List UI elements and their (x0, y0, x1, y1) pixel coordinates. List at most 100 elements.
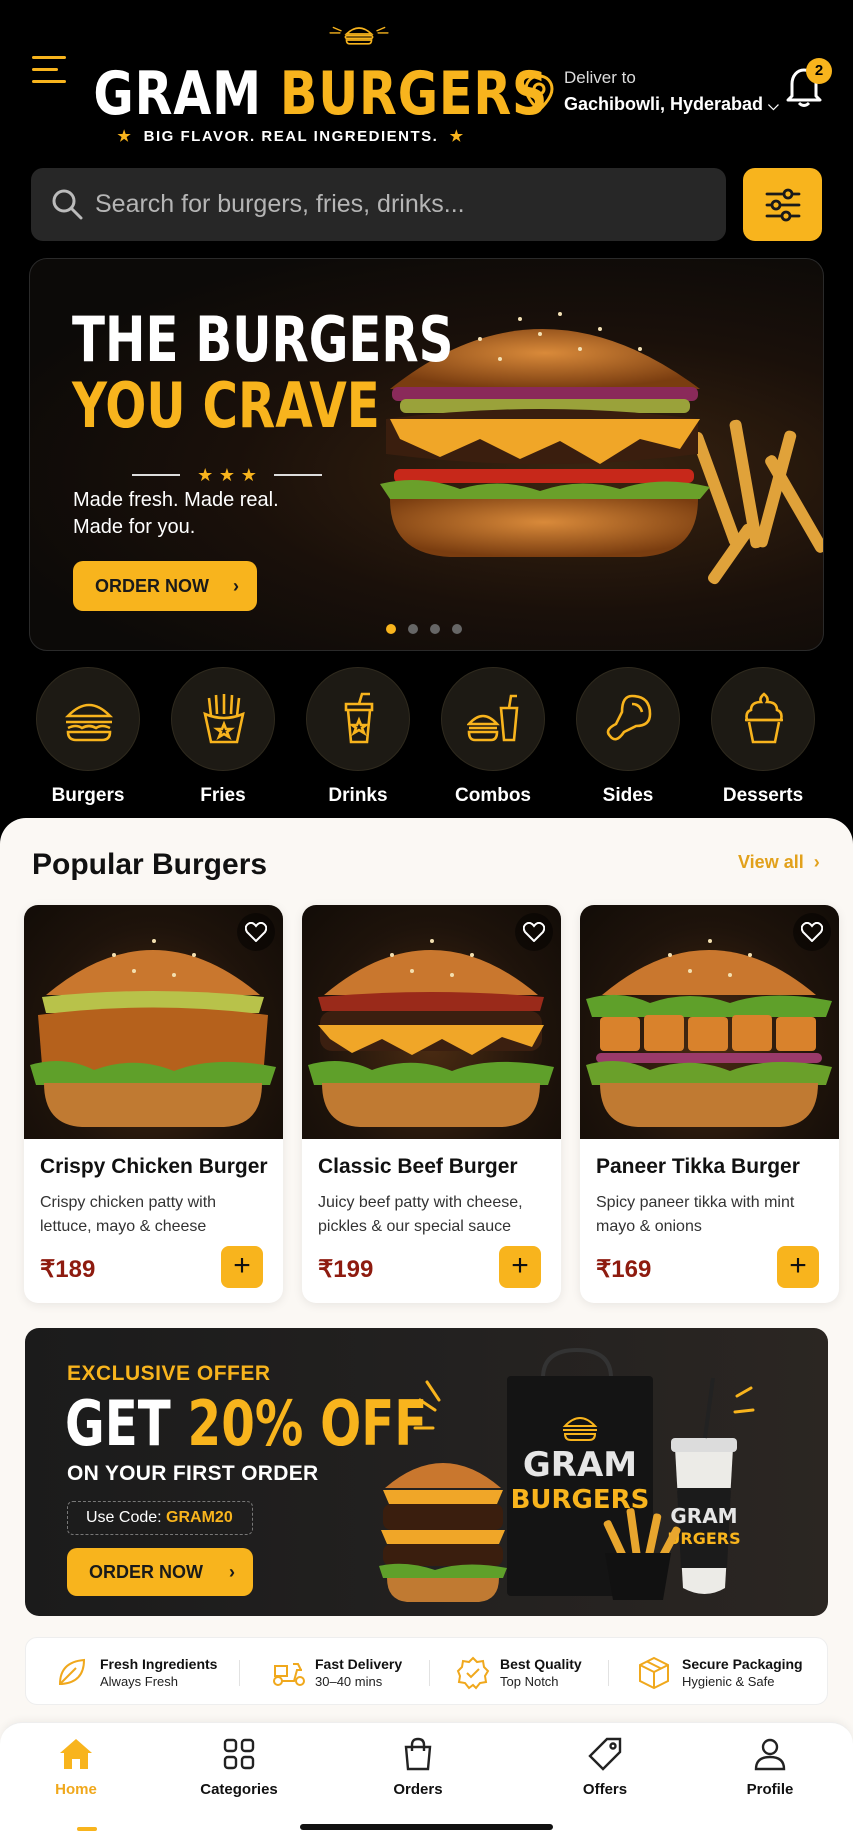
brand-logo: GRAM BURGERS ★ BIG FLAVOR. REAL INGREDIE… (93, 14, 547, 154)
box-icon (639, 1656, 669, 1690)
grid-icon (223, 1738, 255, 1770)
category-row: Burgers Fries Drinks Combos Sides Desser… (34, 667, 824, 807)
scooter-icon (273, 1663, 305, 1686)
drink-icon (344, 692, 374, 744)
product-name: Crispy Chicken Burger (40, 1155, 268, 1178)
hero-title-line2: YOU CRAVE (72, 369, 380, 442)
product-name: Paneer Tikka Burger (596, 1155, 800, 1178)
offer-order-now-button[interactable]: ORDER NOW › (67, 1548, 253, 1596)
product-image (580, 905, 839, 1139)
filter-sliders-icon (765, 188, 801, 222)
plus-icon: + (789, 1249, 807, 1282)
product-card[interactable]: Paneer Tikka Burger Spicy paneer tikka w… (580, 905, 839, 1303)
carousel-dot[interactable] (386, 624, 396, 634)
home-icon (60, 1739, 92, 1769)
view-all-link[interactable]: View all › (738, 852, 820, 873)
carousel-dot[interactable] (408, 624, 418, 634)
category-burgers[interactable]: Burgers (34, 667, 142, 807)
feature-sub: Always Fresh (100, 1674, 179, 1689)
search-input[interactable] (95, 168, 705, 241)
filter-button[interactable] (743, 168, 822, 241)
user-icon (754, 1738, 786, 1771)
nav-offers[interactable]: Offers (540, 1737, 670, 1798)
product-description: Crispy chicken patty with lettuce, mayo … (40, 1194, 217, 1235)
carousel-dots[interactable] (386, 621, 474, 639)
hero-banner[interactable]: THE BURGERS YOU CRAVE ★ ★ ★ Made fresh. M… (29, 258, 824, 651)
search-bar[interactable] (31, 168, 726, 241)
add-to-cart-button[interactable]: + (499, 1246, 541, 1288)
bag-brand-text1: GRAM (523, 1445, 637, 1485)
offer-banner[interactable]: GRAM BURGERS GRAM URGERS EXCLUSIVE OFFER… (25, 1328, 828, 1616)
drumstick-icon (606, 694, 652, 741)
menu-icon[interactable] (32, 56, 66, 86)
notification-button[interactable]: 2 (784, 58, 832, 108)
category-label: Sides (602, 785, 654, 806)
nav-label: Offers (582, 1781, 628, 1798)
category-label: Desserts (722, 785, 804, 806)
search-icon (52, 189, 83, 220)
stars-divider: ★ ★ ★ (132, 465, 322, 485)
offer-headline-white: GET (65, 1387, 188, 1460)
nav-label: Categories (200, 1781, 278, 1798)
ice-cream-icon (745, 692, 783, 744)
product-image (302, 905, 561, 1139)
favorite-button[interactable] (515, 913, 553, 951)
brand-word-2: BURGERS (279, 59, 549, 129)
nav-home[interactable]: Home (11, 1737, 141, 1831)
category-drinks[interactable]: Drinks (304, 667, 412, 807)
carousel-dot[interactable] (452, 624, 462, 634)
tag-icon (588, 1737, 622, 1771)
promo-code-box[interactable]: Use Code: GRAM20 (67, 1501, 253, 1535)
logo-burger-icon (329, 26, 389, 45)
chevron-right-icon: › (229, 1562, 235, 1582)
category-label: Drinks (328, 785, 388, 806)
product-card[interactable]: Crispy Chicken Burger Crispy chicken pat… (24, 905, 283, 1303)
product-description: Spicy paneer tikka with mint mayo & onio… (596, 1194, 795, 1235)
star-icon: ★ (117, 128, 133, 145)
carousel-dot[interactable] (430, 624, 440, 634)
feature-sub: Top Notch (500, 1674, 559, 1689)
category-fries[interactable]: Fries (169, 667, 277, 807)
category-label: Combos (455, 785, 531, 806)
nav-profile[interactable]: Profile (705, 1737, 835, 1798)
star-icon: ★ (449, 128, 465, 145)
offer-kicker: EXCLUSIVE OFFER (67, 1362, 271, 1385)
feature-title: Secure Packaging (682, 1656, 803, 1672)
category-sides[interactable]: Sides (574, 667, 682, 807)
brand-word-1: GRAM (93, 59, 262, 129)
heart-icon (245, 922, 267, 942)
add-to-cart-button[interactable]: + (777, 1246, 819, 1288)
category-label: Fries (200, 785, 246, 806)
fries-icon (203, 694, 245, 744)
promo-code-label: Use Code: (86, 1509, 167, 1526)
add-to-cart-button[interactable]: + (221, 1246, 263, 1288)
feature-title: Fresh Ingredients (100, 1656, 218, 1672)
burger-icon (64, 703, 114, 742)
hero-order-now-button[interactable]: ORDER NOW › (73, 561, 257, 611)
feature-sub: Hygienic & Safe (682, 1674, 775, 1689)
tagline: BIG FLAVOR. REAL INGREDIENTS. (143, 128, 439, 145)
chevron-down-icon: ⌵ (768, 97, 779, 113)
features-strip: Fresh Ingredients Always Fresh Fast Deli… (25, 1637, 828, 1705)
product-description: Juicy beef patty with cheese, pickles & … (318, 1194, 523, 1235)
category-desserts[interactable]: Desserts (709, 667, 817, 807)
plus-icon: + (233, 1249, 251, 1282)
nav-categories[interactable]: Categories (174, 1737, 304, 1798)
product-card[interactable]: Classic Beef Burger Juicy beef patty wit… (302, 905, 561, 1303)
product-price: ₹189 (40, 1256, 96, 1283)
offer-headline-yellow: 20% OFF (187, 1387, 428, 1460)
nav-orders[interactable]: Orders (353, 1737, 483, 1798)
promo-code: GRAM20 (166, 1509, 233, 1526)
offer-order-now-label: ORDER NOW (89, 1562, 203, 1582)
category-label: Burgers (51, 785, 125, 806)
location-text: Gachibowli, Hyderabad (564, 94, 764, 114)
favorite-button[interactable] (793, 913, 831, 951)
notification-badge: 2 (806, 58, 832, 84)
nav-label: Orders (393, 1781, 443, 1798)
category-combos[interactable]: Combos (439, 667, 547, 807)
delivery-location[interactable]: Deliver to Gachibowli, Hyderabad ⌵ (524, 66, 779, 122)
combo-icon (467, 694, 519, 742)
nav-label: Home (55, 1781, 97, 1798)
favorite-button[interactable] (237, 913, 275, 951)
hero-subtitle-line1: Made fresh. Made real. (73, 489, 279, 511)
